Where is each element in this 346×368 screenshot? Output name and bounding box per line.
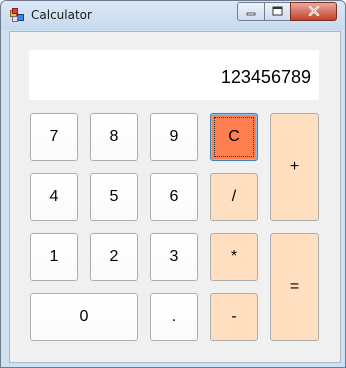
minimize-icon [246,3,256,21]
divide-button[interactable]: / [210,173,258,221]
key-0[interactable]: 0 [30,293,138,341]
decimal-point-button[interactable]: . [150,293,198,341]
display-textbox[interactable]: 123456789 [29,50,319,100]
key-2[interactable]: 2 [90,233,138,281]
key-1[interactable]: 1 [30,233,78,281]
maximize-icon [272,3,283,21]
plus-button[interactable]: + [270,113,319,221]
key-3[interactable]: 3 [150,233,198,281]
calculator-body: 123456789 7 8 9 C + 4 5 6 / 1 2 3 * = 0 … [9,31,341,363]
display-value: 123456789 [220,66,311,87]
calculator-app-icon[interactable] [10,8,24,22]
multiply-button[interactable]: * [210,233,258,281]
title-bar[interactable]: Calculator [1,1,345,30]
key-9[interactable]: 9 [150,113,198,161]
close-button[interactable] [290,2,337,21]
key-5[interactable]: 5 [90,173,138,221]
window-title: Calculator [31,8,92,22]
key-8[interactable]: 8 [90,113,138,161]
close-icon [308,3,320,21]
key-4[interactable]: 4 [30,173,78,221]
minus-button[interactable]: - [210,293,258,341]
key-6[interactable]: 6 [150,173,198,221]
maximize-button[interactable] [264,2,290,21]
equals-button[interactable]: = [270,233,319,341]
caption-buttons [237,2,337,21]
clear-button[interactable]: C [210,113,258,161]
minimize-button[interactable] [237,2,264,21]
calculator-window: Calculator 123456789 7 8 9 C + 4 5 6 / 1… [0,0,346,368]
key-7[interactable]: 7 [30,113,78,161]
